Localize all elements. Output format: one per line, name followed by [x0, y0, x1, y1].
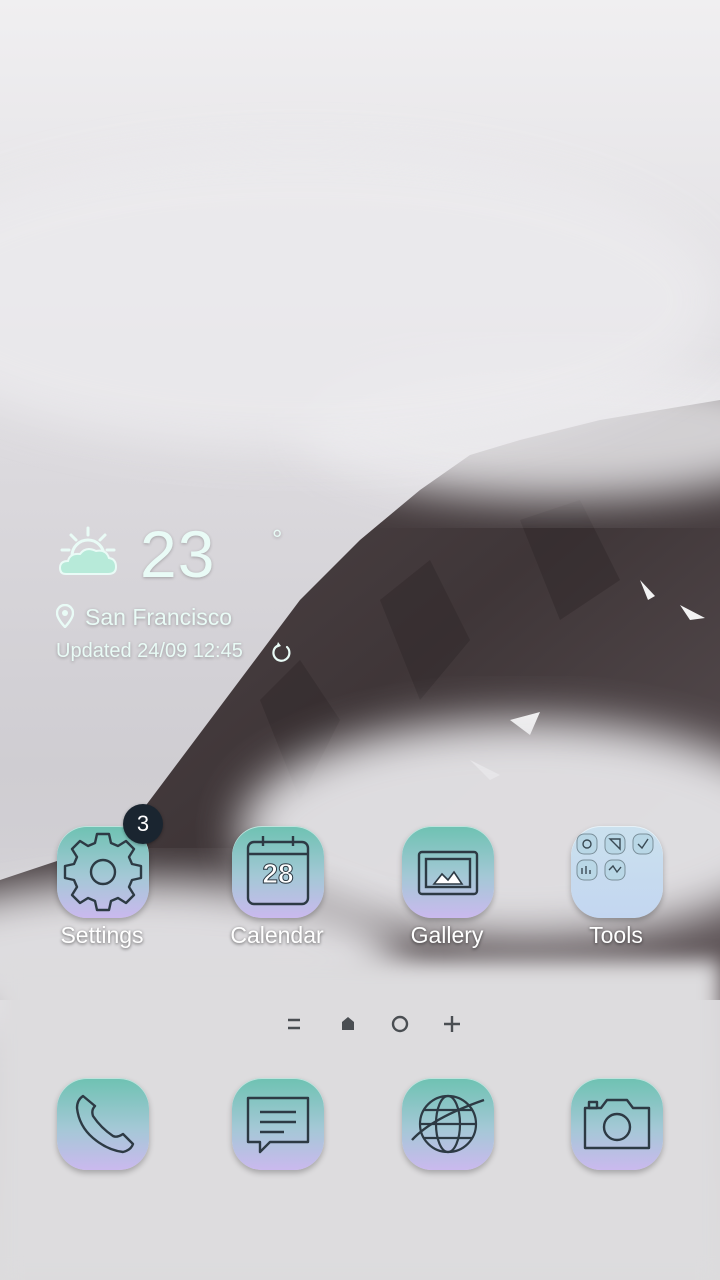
notification-badge: 3: [123, 804, 163, 844]
globe-icon: [411, 1094, 485, 1154]
app-gallery[interactable]: Gallery: [382, 826, 512, 966]
home-icon[interactable]: [334, 1010, 362, 1038]
app-settings[interactable]: 3 Settings: [37, 804, 167, 966]
circle-icon[interactable]: [386, 1010, 414, 1038]
camera-icon: [583, 1098, 651, 1150]
image-icon: [417, 850, 479, 896]
location-label: San Francisco: [85, 604, 233, 630]
app-calendar[interactable]: 28 Calendar: [212, 826, 342, 966]
app-label-gallery: Gallery: [410, 922, 484, 948]
plus-icon[interactable]: [438, 1010, 466, 1038]
app-label-tools: Tools: [589, 922, 643, 948]
app-label-calendar: Calendar: [230, 922, 324, 948]
menu-icon[interactable]: [280, 1010, 308, 1038]
messages-icon: [246, 1096, 310, 1154]
partly-cloudy-icon: [58, 526, 118, 575]
app-folder-tools[interactable]: Tools: [551, 826, 681, 966]
dock-internet[interactable]: [382, 1078, 512, 1218]
dock-messages[interactable]: [212, 1078, 342, 1218]
folder-icon: [576, 833, 654, 881]
page-indicators: [280, 1010, 480, 1038]
location-pin-icon: [56, 604, 74, 628]
calendar-day: 28: [262, 858, 294, 890]
dock-camera[interactable]: [551, 1078, 681, 1218]
updated-time: Updated 24/09 12:45: [56, 640, 243, 662]
app-label-settings: Settings: [60, 922, 144, 948]
dock-phone[interactable]: [37, 1078, 167, 1218]
phone-icon: [75, 1094, 135, 1154]
refresh-icon[interactable]: [270, 642, 292, 664]
temperature: 23: [140, 517, 216, 591]
degree-symbol: °: [272, 524, 283, 554]
